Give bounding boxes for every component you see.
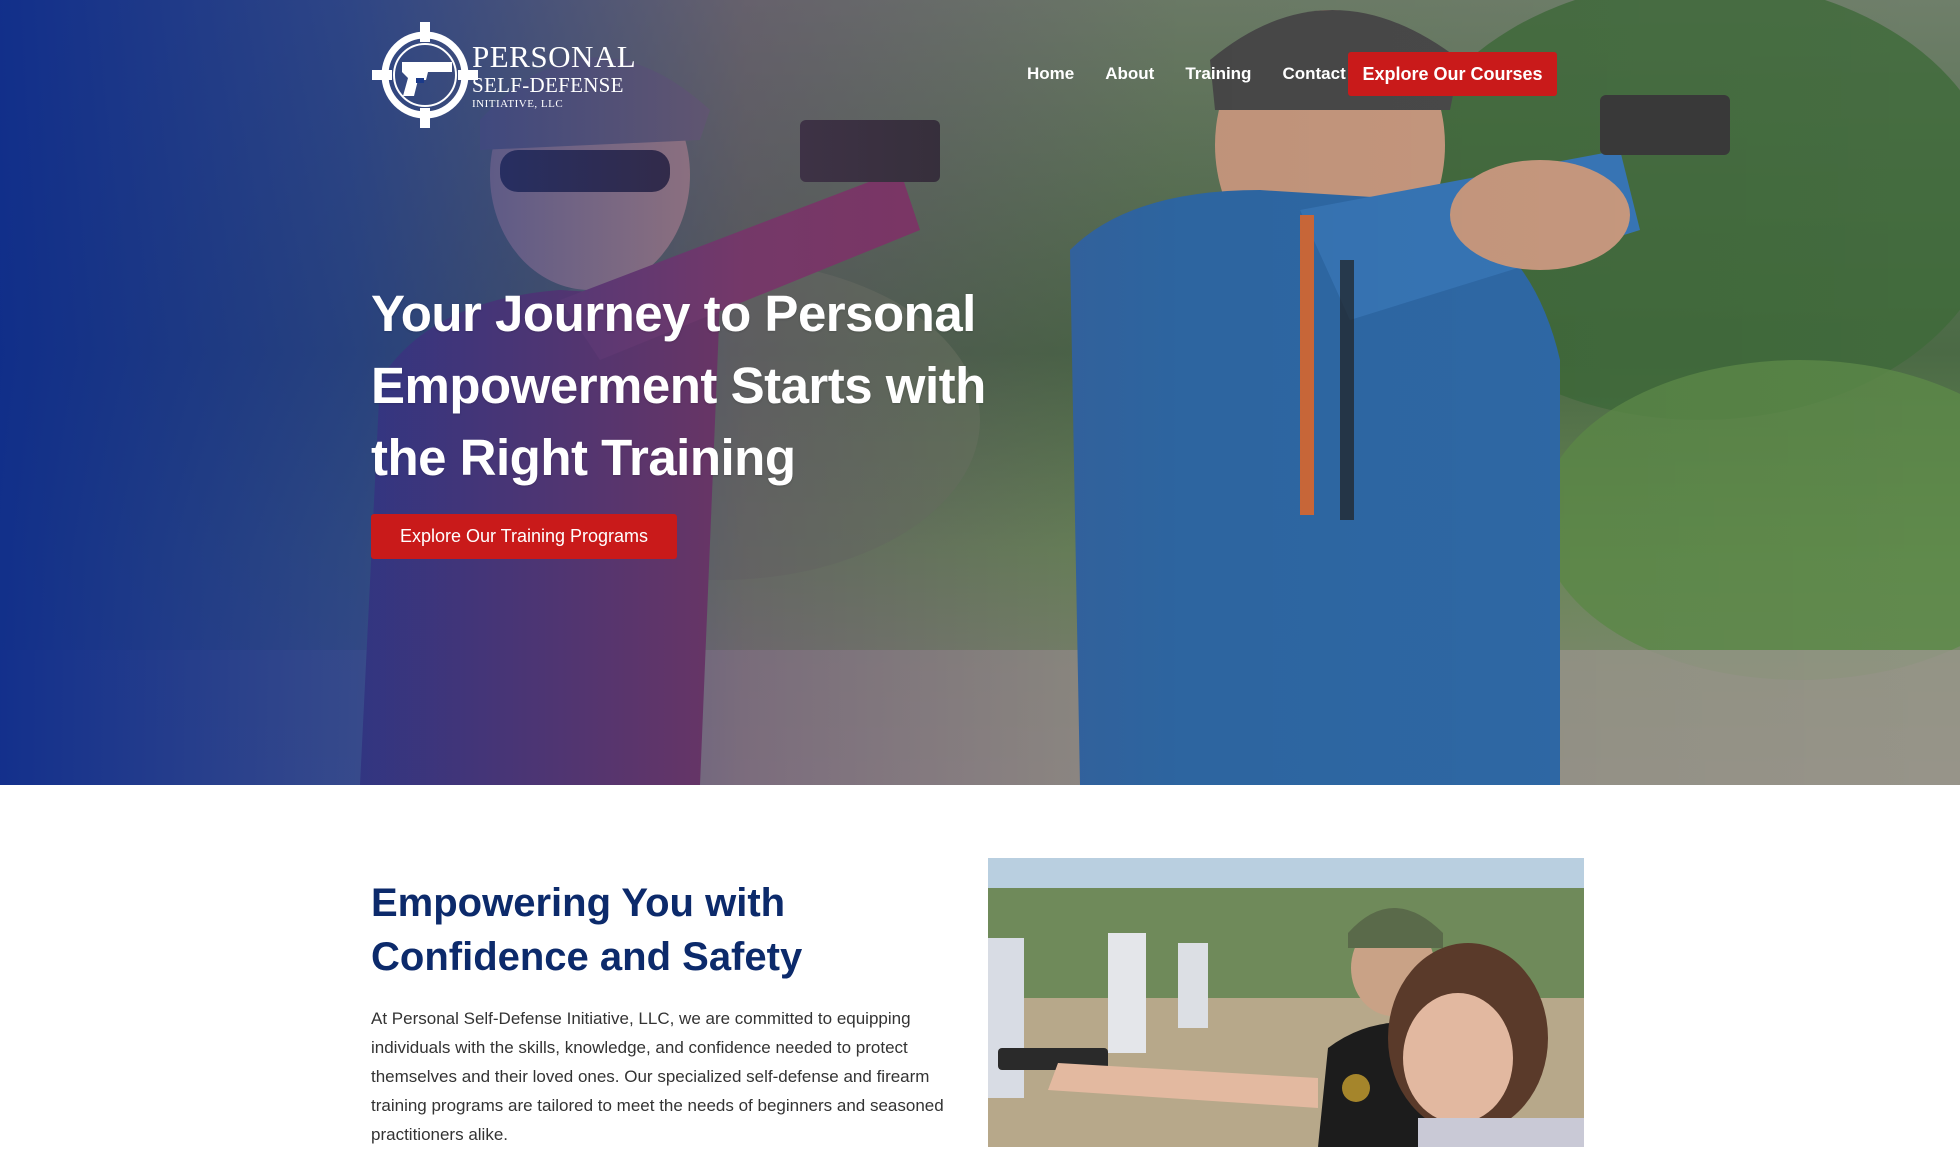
logo-line-3: INITIATIVE, LLC	[472, 97, 564, 110]
hero-section: PERSONAL SELF-DEFENSE INITIATIVE, LLC Ho…	[0, 0, 1960, 785]
logo-line-2: SELF-DEFENSE	[472, 72, 624, 97]
explore-training-programs-button[interactable]: Explore Our Training Programs	[371, 514, 677, 559]
nav-about[interactable]: About	[1105, 64, 1154, 84]
nav-home[interactable]: Home	[1027, 64, 1074, 84]
explore-courses-button[interactable]: Explore Our Courses	[1348, 52, 1557, 96]
hero-title: Your Journey to Personal Empowerment Sta…	[371, 285, 986, 486]
site-logo[interactable]: PERSONAL SELF-DEFENSE INITIATIVE, LLC	[370, 20, 636, 130]
nav-training[interactable]: Training	[1185, 64, 1251, 84]
logo-wordmark: PERSONAL SELF-DEFENSE INITIATIVE, LLC	[472, 41, 636, 110]
nav-contact[interactable]: Contact	[1282, 64, 1345, 84]
intro-training-photo	[988, 858, 1584, 1147]
logo-line-1: PERSONAL	[472, 38, 637, 74]
main-nav: Home About Training Contact	[1000, 52, 1377, 96]
intro-paragraph: At Personal Self-Defense Initiative, LLC…	[371, 1009, 944, 1144]
intro-heading: Empowering You with Confidence and Safet…	[371, 881, 803, 979]
crosshair-pistol-icon	[372, 22, 478, 128]
